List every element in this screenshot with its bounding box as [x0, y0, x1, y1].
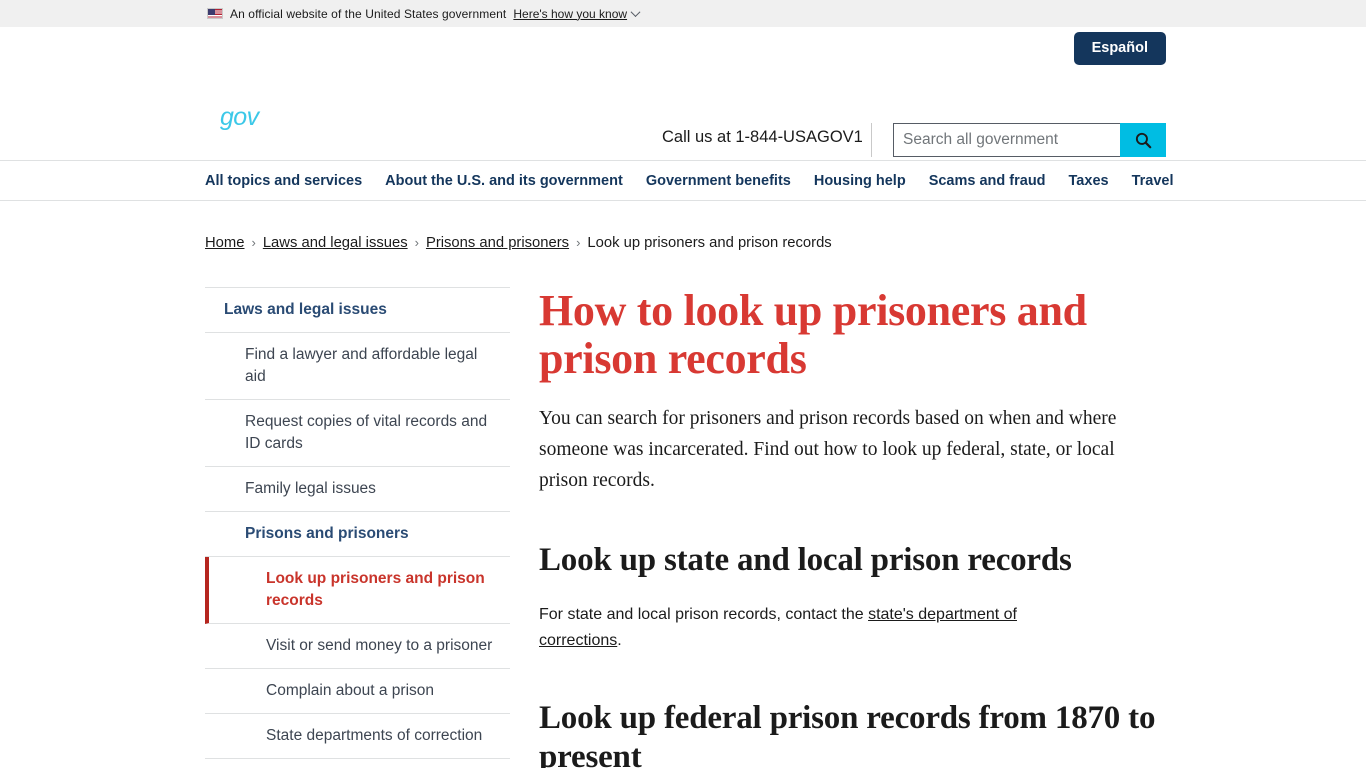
- sidebar-item-label: Family legal issues: [245, 480, 376, 497]
- search-form: [893, 123, 1166, 157]
- banner-link-label: Here's how you know: [513, 6, 628, 21]
- nav-item-travel[interactable]: Travel: [1132, 173, 1186, 189]
- section-heading-federal: Look up federal prison records from 1870…: [539, 700, 1156, 768]
- breadcrumb-item-prisons[interactable]: Prisons and prisoners: [426, 235, 569, 251]
- nav-item-government-benefits[interactable]: Government benefits: [646, 173, 803, 189]
- page-body: Laws and legal issues Find a lawyer and …: [200, 251, 1166, 768]
- header-inner: Español ✦ usa gov Call us at 1-844-USAGO…: [200, 27, 1166, 160]
- site-header: Español ✦ usa gov Call us at 1-844-USAGO…: [0, 27, 1366, 160]
- main-content: How to look up prisoners and prison reco…: [510, 287, 1166, 768]
- section-text-before: For state and local prison records, cont…: [539, 606, 869, 624]
- breadcrumb-item-current: Look up prisoners and prison records: [587, 235, 832, 251]
- nav-item-taxes[interactable]: Taxes: [1069, 173, 1121, 189]
- primary-navigation: All topics and services About the U.S. a…: [0, 160, 1366, 201]
- breadcrumb-item-laws[interactable]: Laws and legal issues: [263, 235, 408, 251]
- usagov-logo[interactable]: ✦ usa gov: [205, 64, 285, 144]
- page-title: How to look up prisoners and prison reco…: [539, 286, 1087, 383]
- breadcrumb-separator: ›: [414, 235, 419, 250]
- search-input[interactable]: [893, 123, 1120, 157]
- nav-inner: All topics and services About the U.S. a…: [200, 161, 1174, 200]
- nav-item-all-topics[interactable]: All topics and services: [205, 173, 374, 189]
- sidebar-item-label: Request copies of vital records and ID c…: [245, 413, 488, 452]
- breadcrumb-item-home[interactable]: Home: [205, 235, 244, 251]
- sidebar-item-look-up-prisoners[interactable]: Look up prisoners and prison records: [205, 557, 510, 624]
- sidebar-item-laws-and-legal-issues[interactable]: Laws and legal issues: [205, 288, 510, 333]
- nav-item-scams-and-fraud[interactable]: Scams and fraud: [929, 173, 1058, 189]
- sidebar-item-label: Prisons and prisoners: [245, 525, 409, 542]
- search-button[interactable]: [1120, 123, 1166, 157]
- espanol-button[interactable]: Español: [1073, 32, 1166, 65]
- sidebar-item-vital-records[interactable]: Request copies of vital records and ID c…: [205, 400, 510, 467]
- nav-item-about-us[interactable]: About the U.S. and its government: [385, 173, 635, 189]
- us-flag-icon: [207, 8, 223, 19]
- sidebar-item-visit-or-send-money[interactable]: Visit or send money to a prisoner: [205, 624, 510, 669]
- government-banner: An official website of the United States…: [0, 0, 1366, 27]
- heres-how-you-know-link[interactable]: Here's how you know: [513, 6, 641, 21]
- breadcrumb: Home › Laws and legal issues › Prisons a…: [200, 201, 1166, 251]
- section-text-after: .: [617, 632, 622, 650]
- header-divider: [871, 123, 872, 157]
- sidebar-item-label: Visit or send money to a prisoner: [266, 637, 493, 654]
- section-heading-state-local: Look up state and local prison records: [539, 542, 1072, 579]
- sidebar-item-find-a-lawyer[interactable]: Find a lawyer and affordable legal aid: [205, 333, 510, 400]
- sidebar-item-label: Laws and legal issues: [224, 301, 387, 318]
- sidebar-item-label: Complain about a prison: [266, 682, 435, 699]
- sidebar-item-prisons-and-prisoners[interactable]: Prisons and prisoners: [205, 512, 510, 557]
- banner-text: An official website of the United States…: [230, 6, 507, 21]
- sidebar-navigation: Laws and legal issues Find a lawyer and …: [205, 287, 510, 768]
- section-body-state-local: For state and local prison records, cont…: [539, 602, 1039, 654]
- sidebar-item-label: Look up prisoners and prison records: [266, 570, 485, 609]
- breadcrumb-separator: ›: [251, 235, 256, 250]
- sidebar-item-label: Find a lawyer and affordable legal aid: [245, 346, 478, 385]
- sidebar-item-label: State departments of correction: [266, 727, 483, 744]
- nav-item-housing-help[interactable]: Housing help: [814, 173, 918, 189]
- call-us-text: Call us at 1-844-USAGOV1: [662, 128, 863, 146]
- search-icon: [1135, 132, 1151, 148]
- banner-inner: An official website of the United States…: [200, 7, 1166, 21]
- sidebar-item-family-legal-issues[interactable]: Family legal issues: [205, 467, 510, 512]
- chevron-down-icon: [630, 7, 641, 18]
- intro-paragraph: You can search for prisoners and prison …: [539, 408, 1117, 491]
- sidebar-item-state-departments-of-correction[interactable]: State departments of correction: [205, 714, 510, 759]
- sidebar-item-complain-about-a-prison[interactable]: Complain about a prison: [205, 669, 510, 714]
- breadcrumb-separator: ›: [576, 235, 581, 250]
